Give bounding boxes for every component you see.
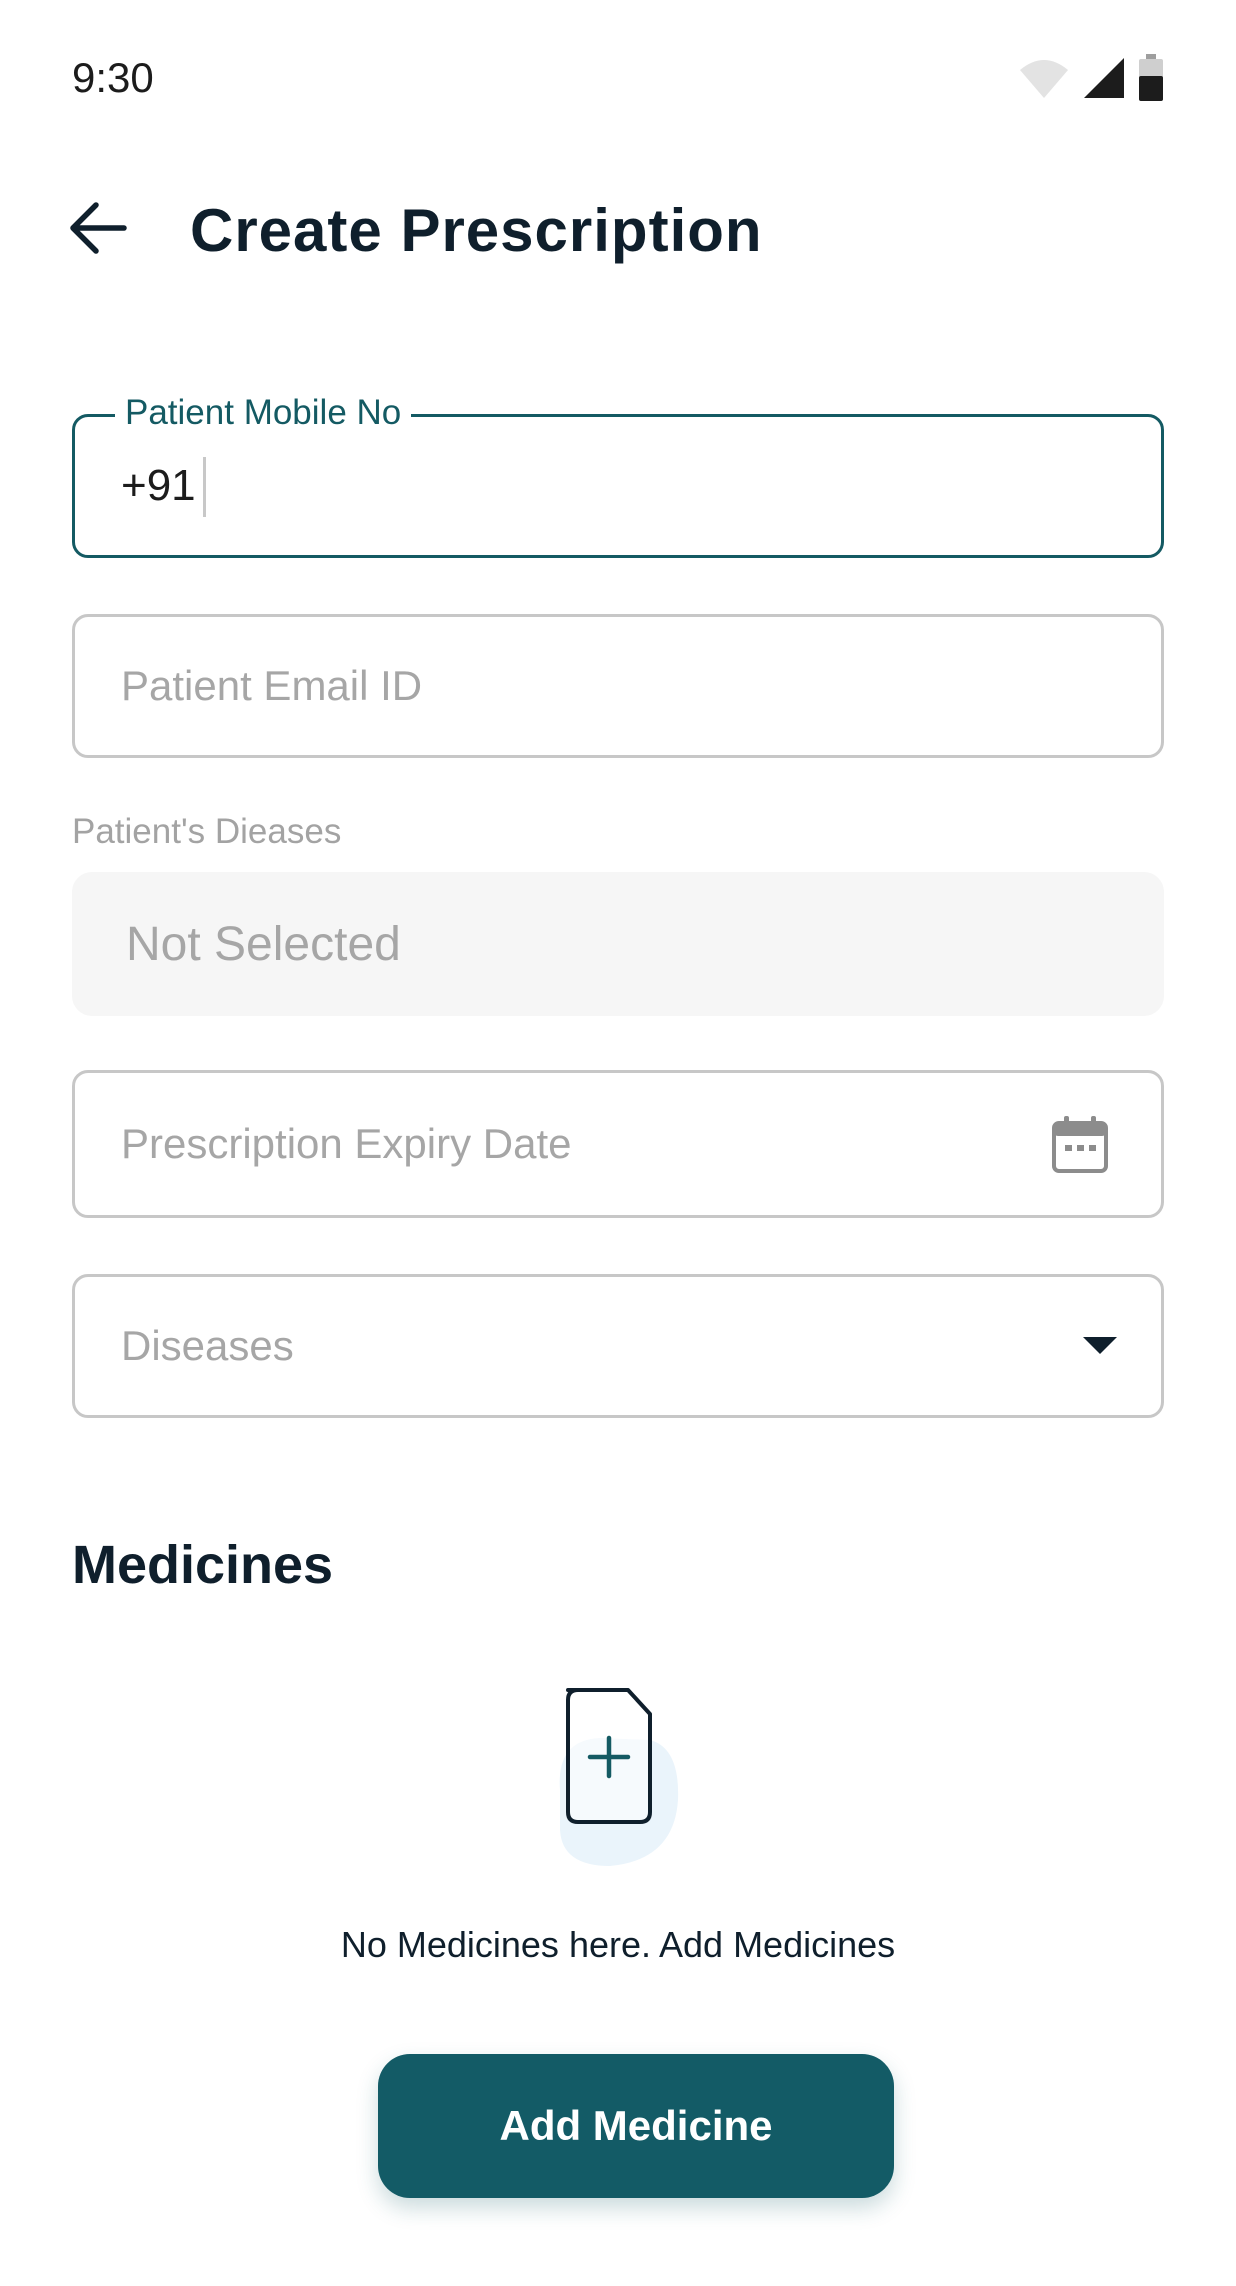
patients-diseases-display: Not Selected: [72, 872, 1164, 1016]
create-prescription-screen: 9:30 Create Prescription Patient Mobile …: [0, 0, 1236, 2286]
signal-icon: [1082, 56, 1126, 105]
caret-down-icon[interactable]: [1083, 1337, 1117, 1355]
prescription-expiry-placeholder: Prescription Expiry Date: [121, 1120, 572, 1167]
country-code-prefix: +91: [121, 461, 196, 510]
add-document-icon: [540, 1680, 700, 1880]
status-time: 9:30: [72, 54, 154, 101]
diseases-dropdown-placeholder: Diseases: [121, 1322, 294, 1369]
medicines-heading: Medicines: [72, 1535, 334, 1595]
text-cursor: [203, 457, 206, 517]
patient-mobile-field[interactable]: Patient Mobile No +91: [72, 393, 1164, 558]
back-button[interactable]: [60, 198, 136, 262]
patients-diseases-value: Not Selected: [126, 917, 401, 971]
status-icons: [1018, 54, 1164, 107]
patient-email-placeholder: Patient Email ID: [121, 662, 423, 709]
patient-email-field[interactable]: Patient Email ID: [72, 614, 1164, 758]
patients-diseases-caption: Patient's Dieases: [72, 812, 342, 851]
calendar-icon[interactable]: [1051, 1114, 1109, 1174]
battery-icon: [1138, 54, 1164, 107]
patient-mobile-label: Patient Mobile No: [115, 393, 412, 433]
arrow-left-icon: [68, 201, 128, 260]
app-bar: Create Prescription: [0, 180, 1236, 280]
wifi-icon: [1018, 56, 1070, 105]
add-medicine-button[interactable]: Add Medicine: [378, 2054, 894, 2198]
add-medicine-button-label: Add Medicine: [499, 2102, 773, 2149]
diseases-dropdown[interactable]: Diseases: [72, 1274, 1164, 1418]
prescription-expiry-date-field[interactable]: Prescription Expiry Date: [72, 1070, 1164, 1218]
page-title: Create Prescription: [190, 197, 763, 264]
empty-medicines-text: No Medicines here. Add Medicines: [340, 1924, 896, 1965]
status-bar: 9:30: [0, 0, 1236, 150]
